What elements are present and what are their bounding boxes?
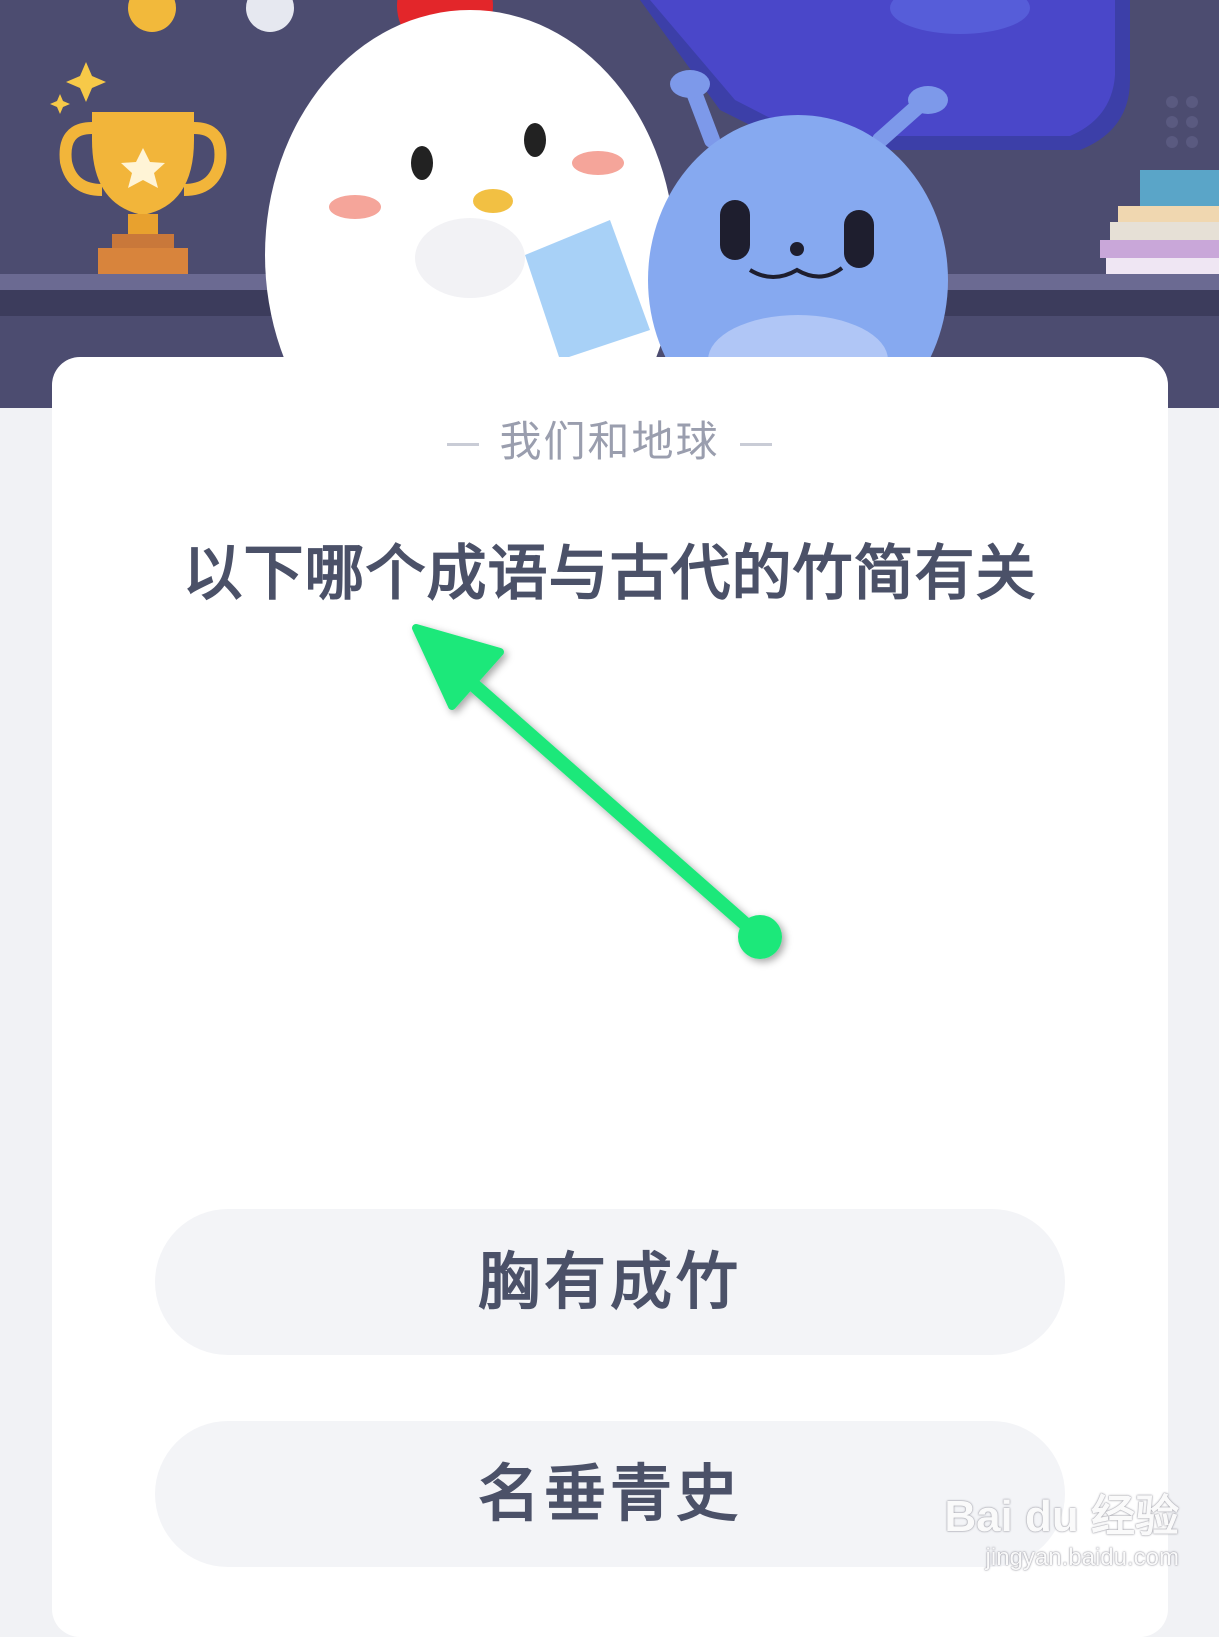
watermark: Bai du 经验 jingyan.baidu.com — [944, 1480, 1179, 1572]
watermark-brand: Bai du 经验 — [944, 1492, 1179, 1541]
annotation-arrow — [412, 624, 782, 959]
watermark-url: jingyan.baidu.com — [985, 1544, 1179, 1571]
answer-option-1[interactable]: 胸有成竹 — [155, 1209, 1065, 1355]
answer-option-2[interactable]: 名垂青史 — [155, 1421, 1065, 1567]
